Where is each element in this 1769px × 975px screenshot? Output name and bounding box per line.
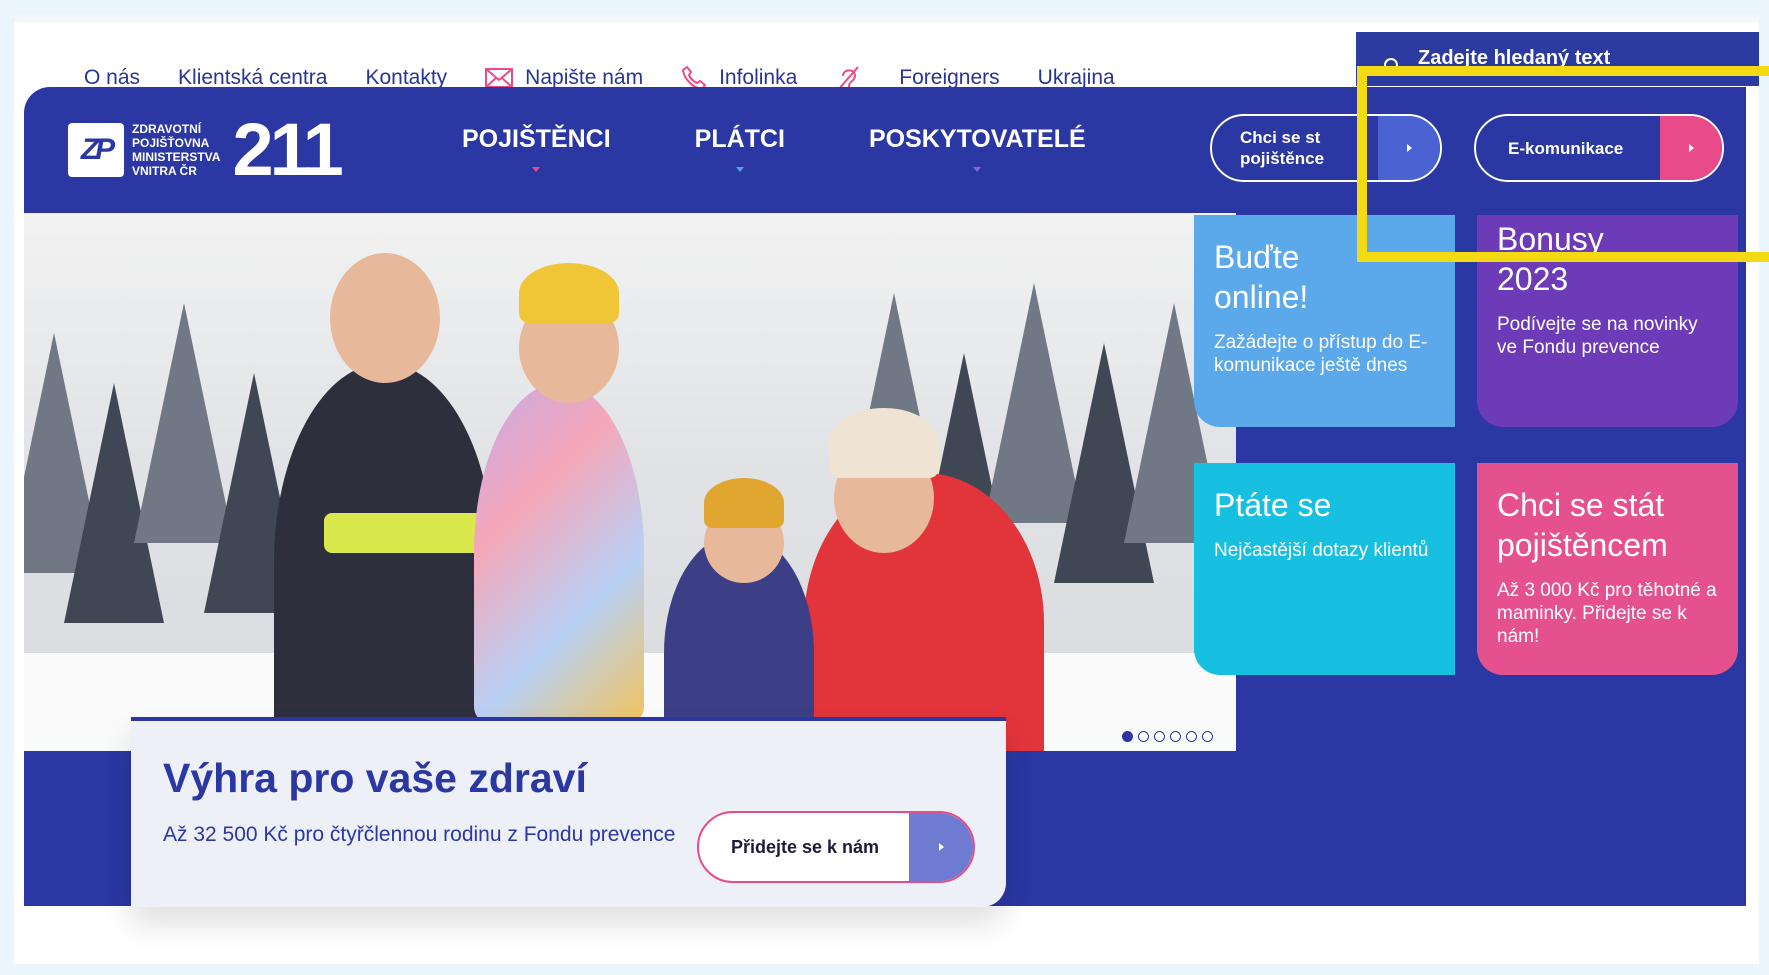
nav-pojistenci[interactable]: POJIŠTĚNCI	[462, 125, 611, 172]
e-komunikace-button[interactable]: E-komunikace	[1474, 114, 1724, 182]
logo[interactable]: ZP ZDRAVOTNÍ POJIŠŤOVNA MINISTERSTVA VNI…	[68, 108, 344, 191]
logo-mark: ZP	[68, 123, 124, 177]
carousel-dot-2[interactable]	[1138, 731, 1149, 742]
nav-poskytovatele-label: POSKYTOVATELÉ	[868, 125, 1086, 153]
tile-become-insured[interactable]: Chci se stát pojištěncem Až 3 000 Kč pro…	[1477, 463, 1738, 675]
tile-title: Bonusy 2023	[1497, 219, 1718, 299]
join-us-button[interactable]: Přidejte se k nám	[697, 811, 975, 883]
tile-title-line-2: online!	[1214, 279, 1309, 315]
logo-text: ZDRAVOTNÍ POJIŠŤOVNA MINISTERSTVA VNITRA…	[132, 122, 220, 178]
top-strip	[14, 14, 1759, 22]
carousel-dot-4[interactable]	[1170, 731, 1181, 742]
tile-title: Ptáte se	[1214, 485, 1435, 525]
logo-line-4: VNITRA ČR	[132, 164, 197, 178]
carousel-dot-5[interactable]	[1186, 731, 1197, 742]
carousel-dot-6[interactable]	[1202, 731, 1213, 742]
tile-title-line-1: Chci se stát	[1497, 487, 1665, 523]
logo-number: 211	[232, 108, 343, 191]
promo-card: Výhra pro vaše zdraví Až 32 500 Kč pro č…	[131, 717, 1006, 907]
join-us-label: Přidejte se k nám	[730, 836, 880, 857]
tile-text: Podívejte se na novinky ve Fondu prevenc…	[1497, 314, 1698, 358]
search-box	[1356, 32, 1759, 86]
tile-title-line-1: Ptáte se	[1214, 487, 1332, 523]
tile-title: Chci se stát pojištěncem	[1497, 485, 1718, 565]
arrow-right-icon	[1378, 116, 1440, 180]
arrow-right-icon	[1660, 116, 1722, 180]
logo-line-2: POJIŠŤOVNA	[132, 136, 210, 150]
main-nav: POJIŠTĚNCI PLÁTCI POSKYTOVATELÉ	[462, 125, 1086, 172]
nav-platci[interactable]: PLÁTCI	[694, 125, 785, 172]
carousel-dots	[1122, 731, 1213, 742]
nav-poskytovatele[interactable]: POSKYTOVATELÉ	[868, 125, 1086, 172]
logo-line-3: MINISTERSTVA	[132, 150, 221, 164]
logo-line-1: ZDRAVOTNÍ	[132, 122, 202, 136]
become-insured-line-2: pojištěnce	[1240, 149, 1325, 168]
caret-down-icon	[735, 167, 744, 172]
e-komunikace-label: E-komunikace	[1508, 138, 1624, 158]
hero-image[interactable]	[24, 213, 1236, 751]
tile-bonusy[interactable]: Bonusy 2023 Podívejte se na novinky ve F…	[1477, 215, 1738, 427]
tile-text: Nejčastější dotazy klientů	[1214, 540, 1429, 561]
tile-faq[interactable]: Ptáte se Nejčastější dotazy klientů	[1194, 463, 1455, 675]
promo-subtitle: Až 32 500 Kč pro čtyřčlennou rodinu z Fo…	[163, 823, 676, 846]
become-insured-label: Chci se st pojištěnce	[1240, 116, 1324, 180]
tile-title-line-2: 2023	[1497, 261, 1569, 297]
arrow-right-icon	[909, 813, 973, 881]
nav-pojistenci-label: POJIŠTĚNCI	[462, 125, 611, 153]
search-input[interactable]	[1416, 42, 1740, 74]
carousel-dot-3[interactable]	[1154, 731, 1165, 742]
become-insured-button[interactable]: Chci se st pojištěnce	[1210, 114, 1442, 182]
promo-title: Výhra pro vaše zdraví	[163, 755, 587, 801]
tile-title-line-1: Bonusy	[1497, 221, 1604, 257]
carousel-dot-1[interactable]	[1122, 731, 1133, 742]
tile-text: Až 3 000 Kč pro těhotné a maminky. Přide…	[1497, 580, 1717, 647]
tile-title-line-2: pojištěncem	[1497, 527, 1668, 563]
become-insured-line-1: Chci se st	[1240, 128, 1321, 147]
caret-down-icon	[973, 167, 982, 172]
tile-be-online[interactable]: Buďte online! Zažádejte o přístup do E-k…	[1194, 215, 1455, 427]
search-icon[interactable]	[1384, 58, 1402, 81]
nav-platci-label: PLÁTCI	[694, 125, 785, 153]
envelope-icon	[485, 68, 514, 88]
tile-title: Buďte online!	[1214, 237, 1435, 317]
caret-down-icon	[532, 167, 541, 172]
tile-title-line-1: Buďte	[1214, 239, 1300, 275]
tile-text: Zažádejte o přístup do E-komunikace ješt…	[1214, 332, 1428, 376]
